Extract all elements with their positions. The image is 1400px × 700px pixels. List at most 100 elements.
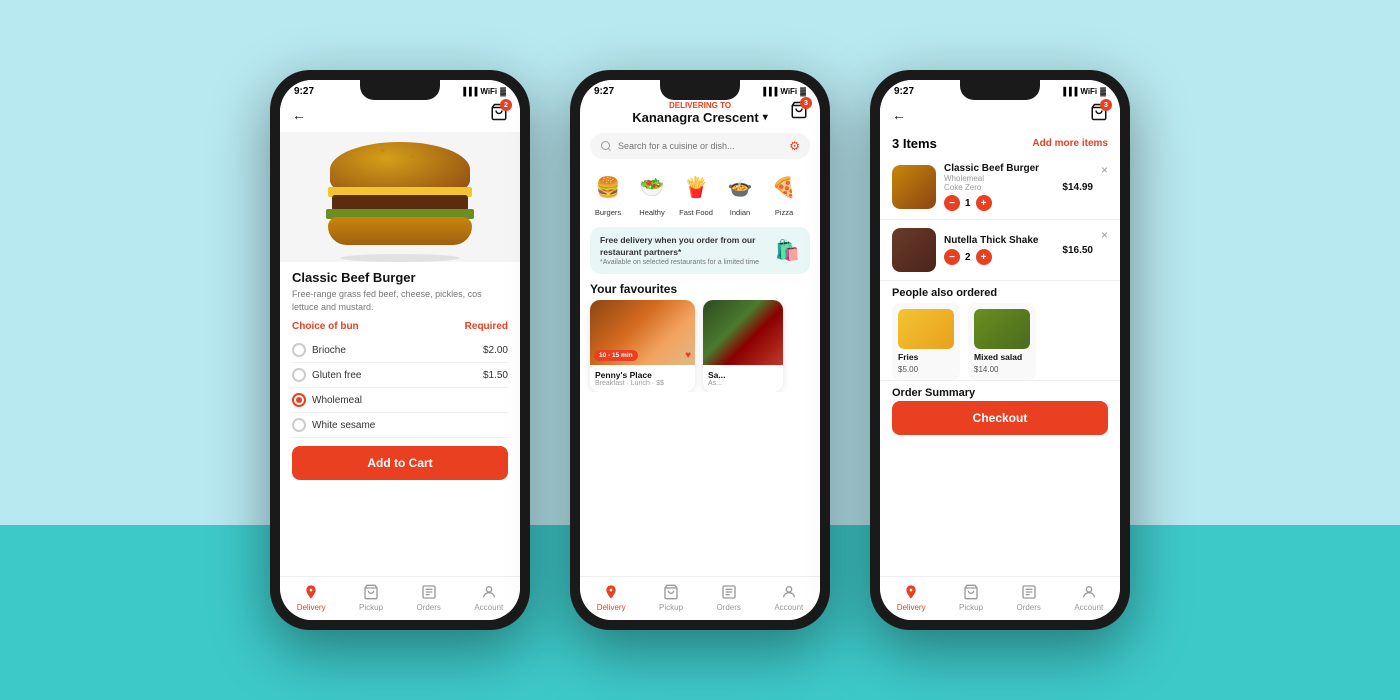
fav-card-2[interactable]: Sa... As... <box>703 300 783 392</box>
burger-qty-decrease[interactable]: − <box>944 195 960 211</box>
nav-pickup-3[interactable]: Pickup <box>959 583 983 612</box>
account-icon-3 <box>1080 583 1098 601</box>
shake-cart-price: $16.50 <box>1062 245 1093 256</box>
option-wholemeal[interactable]: Wholemeal <box>292 388 508 413</box>
bottom-nav-1: Delivery Pickup Orders Account <box>280 576 520 620</box>
shake-remove-button[interactable]: × <box>1101 228 1108 242</box>
location-row[interactable]: Kananagra Crescent ▾ <box>610 110 790 125</box>
shake-qty-increase[interactable]: + <box>976 249 992 265</box>
required-label: Required <box>465 321 508 332</box>
add-more-items[interactable]: Add more items <box>1032 138 1108 149</box>
also-ordered-label: People also ordered <box>880 281 1120 303</box>
category-healthy[interactable]: 🥗 Healthy <box>634 169 670 217</box>
cart-badge-1: 2 <box>500 99 512 111</box>
phone3-header: ← 3 <box>880 99 1120 132</box>
fav2-info: Sa... As... <box>703 365 783 392</box>
time-2: 9:27 <box>594 86 614 97</box>
burger-remove-button[interactable]: × <box>1101 163 1108 177</box>
shake-qty-row: − 2 + <box>944 249 1054 265</box>
pennys-heart-icon[interactable]: ♥ <box>685 350 691 361</box>
signal-icon-2: ▐▐▐ <box>760 87 777 96</box>
promo-sub: *Available on selected restaurants for a… <box>600 259 767 266</box>
suggestion-fries[interactable]: Fries $5.00 <box>892 303 960 380</box>
radio-wholemeal[interactable] <box>292 393 306 407</box>
nav-delivery-label-2: Delivery <box>597 603 626 612</box>
fav2-food-image <box>703 300 783 365</box>
wifi-icon: WiFi <box>480 87 497 96</box>
shake-cart-info: Nutella Thick Shake − 2 + <box>944 235 1054 265</box>
pennys-name: Penny's Place <box>595 370 690 380</box>
cart-badge-3: 3 <box>1100 99 1112 111</box>
item-description: Free-range grass fed beef, cheese, pickl… <box>292 288 508 313</box>
orders-icon-2 <box>720 583 738 601</box>
option-gluten-free[interactable]: Gluten free $1.50 <box>292 363 508 388</box>
filter-icon[interactable]: ⚙ <box>789 139 800 153</box>
nav-orders-label-3: Orders <box>1016 603 1040 612</box>
suggestion-salad[interactable]: Mixed salad $14.00 <box>968 303 1036 380</box>
back-button-3[interactable]: ← <box>892 107 906 123</box>
radio-gluten-free[interactable] <box>292 368 306 382</box>
category-pizza[interactable]: 🍕 Pizza <box>766 169 802 217</box>
cart-button-1[interactable]: 2 <box>490 103 508 126</box>
nav-account-label-2: Account <box>774 603 803 612</box>
notch-3 <box>960 80 1040 100</box>
option-white-sesame[interactable]: White sesame <box>292 413 508 438</box>
delivering-label: DELIVERING TO <box>610 101 790 110</box>
search-input[interactable] <box>618 141 783 151</box>
back-button-1[interactable]: ← <box>292 107 306 123</box>
healthy-icon: 🥗 <box>634 169 670 205</box>
radio-white-sesame[interactable] <box>292 418 306 432</box>
promo-title: Free delivery when you order from our re… <box>600 235 767 259</box>
nav-orders-1[interactable]: Orders <box>416 583 440 612</box>
nav-delivery-1[interactable]: Delivery <box>297 583 326 612</box>
brioche-label: Brioche <box>312 345 346 356</box>
nav-delivery-label-3: Delivery <box>897 603 926 612</box>
items-count: 3 Items <box>892 136 937 151</box>
burger-qty-increase[interactable]: + <box>976 195 992 211</box>
category-burgers[interactable]: 🍔 Burgers <box>590 169 626 217</box>
radio-brioche[interactable] <box>292 343 306 357</box>
nav-orders-label-1: Orders <box>416 603 440 612</box>
delivery-icon-1 <box>302 583 320 601</box>
nav-delivery-3[interactable]: Delivery <box>897 583 926 612</box>
nav-account-3[interactable]: Account <box>1074 583 1103 612</box>
nav-delivery-2[interactable]: Delivery <box>597 583 626 612</box>
shake-cart-name: Nutella Thick Shake <box>944 235 1054 246</box>
fries-name: Fries <box>898 352 954 362</box>
indian-icon: 🍲 <box>722 169 758 205</box>
burger-qty-row: − 1 + <box>944 195 1054 211</box>
phone-3: 9:27 ▐▐▐ WiFi ▓ ← 3 3 Items Add mo <box>870 70 1130 630</box>
add-to-cart-button[interactable]: Add to Cart <box>292 446 508 480</box>
burger-cart-info: Classic Beef Burger Wholemeal Coke Zero … <box>944 163 1054 211</box>
fav-card-pennys[interactable]: 10 - 15 min ♥ Penny's Place Breakfast · … <box>590 300 695 392</box>
fav-card-pennys-img: 10 - 15 min ♥ <box>590 300 695 365</box>
wifi-icon-3: WiFi <box>1080 87 1097 96</box>
phone-2: 9:27 ▐▐▐ WiFi ▓ DELIVERING TO Kananagra … <box>570 70 830 630</box>
nav-pickup-2[interactable]: Pickup <box>659 583 683 612</box>
burger-cart-price: $14.99 <box>1062 182 1093 193</box>
cart-badge-2: 3 <box>800 97 812 109</box>
white-sesame-label: White sesame <box>312 420 375 431</box>
search-bar[interactable]: ⚙ <box>590 133 810 159</box>
phone1-header: ← 2 <box>280 99 520 132</box>
cart-button-3[interactable]: 3 <box>1090 103 1108 126</box>
pickup-icon-3 <box>962 583 980 601</box>
nav-pickup-1[interactable]: Pickup <box>359 583 383 612</box>
nav-orders-2[interactable]: Orders <box>716 583 740 612</box>
burger-hero-image <box>280 132 520 262</box>
category-fast-food[interactable]: 🍟 Fast Food <box>678 169 714 217</box>
category-indian[interactable]: 🍲 Indian <box>722 169 758 217</box>
wholemeal-label: Wholemeal <box>312 395 362 406</box>
shake-qty-decrease[interactable]: − <box>944 249 960 265</box>
favourites-label: Your favourites <box>580 278 820 300</box>
nav-orders-3[interactable]: Orders <box>1016 583 1040 612</box>
option-brioche[interactable]: Brioche $2.00 <box>292 338 508 363</box>
order-summary-label: Order Summary <box>880 380 1120 401</box>
cart-button-2[interactable]: 3 <box>790 101 808 124</box>
nav-account-2[interactable]: Account <box>774 583 803 612</box>
delivery-icon-3 <box>902 583 920 601</box>
location-chevron[interactable]: ▾ <box>763 112 768 123</box>
nav-account-1[interactable]: Account <box>474 583 503 612</box>
gluten-free-price: $1.50 <box>483 370 508 381</box>
checkout-button[interactable]: Checkout <box>892 401 1108 435</box>
